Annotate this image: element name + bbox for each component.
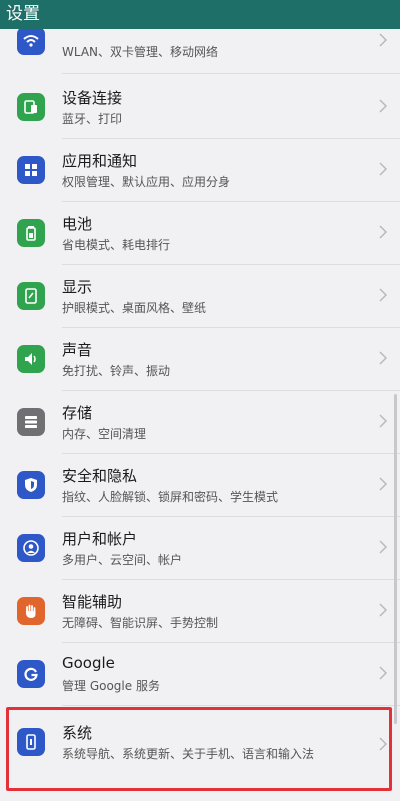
apps-grid-icon (17, 156, 45, 184)
chevron-right-icon (378, 32, 388, 48)
row-title: 应用和通知 (62, 152, 138, 170)
row-title: 声音 (62, 341, 93, 359)
row-title: 设备连接 (62, 89, 123, 107)
chevron-right-icon (378, 539, 388, 555)
row-title: Google (62, 654, 115, 672)
row-title: 显示 (62, 278, 93, 296)
settings-row-wlan[interactable]: WLAN、双卡管理、移动网络 (0, 29, 400, 71)
row-title: 电池 (62, 215, 93, 233)
page-title: 设置 (6, 4, 40, 24)
highlight-box (6, 707, 392, 791)
settings-row-device-connection[interactable]: 设备连接 蓝牙、打印 (0, 74, 400, 137)
chevron-right-icon (378, 287, 388, 303)
row-subtitle: 多用户、云空间、帐户 (62, 553, 183, 567)
row-subtitle: 无障碍、智能识屏、手势控制 (62, 616, 219, 630)
chevron-right-icon (378, 665, 388, 681)
chevron-right-icon (378, 98, 388, 114)
settings-row-smart-assist[interactable]: 智能辅助 无障碍、智能识屏、手势控制 (0, 578, 400, 641)
hand-icon (17, 597, 45, 625)
display-icon (17, 282, 45, 310)
settings-row-apps-notifications[interactable]: 应用和通知 权限管理、默认应用、应用分身 (0, 137, 400, 200)
row-title: 安全和隐私 (62, 467, 138, 485)
chevron-right-icon (378, 476, 388, 492)
settings-row-storage[interactable]: 存储 内存、空间清理 (0, 389, 400, 452)
chevron-right-icon (378, 224, 388, 240)
wifi-icon (17, 29, 45, 55)
row-subtitle: 权限管理、默认应用、应用分身 (62, 175, 231, 189)
chevron-right-icon (378, 602, 388, 618)
row-subtitle: 蓝牙、打印 (62, 112, 123, 126)
settings-row-google[interactable]: Google 管理 Google 服务 (0, 641, 400, 704)
settings-list[interactable]: WLAN、双卡管理、移动网络 设备连接 蓝牙、打印 应用和通知 权限管理、默认应… (0, 29, 400, 801)
google-icon (17, 660, 45, 688)
shield-icon (17, 471, 45, 499)
row-subtitle: 免打扰、铃声、振动 (62, 364, 171, 378)
device-connection-icon (17, 93, 45, 121)
row-title: 存储 (62, 404, 93, 422)
user-icon (17, 534, 45, 562)
chevron-right-icon (378, 161, 388, 177)
chevron-right-icon (378, 413, 388, 429)
settings-row-battery[interactable]: 电池 省电模式、耗电排行 (0, 200, 400, 263)
battery-icon (17, 219, 45, 247)
row-title: 智能辅助 (62, 593, 123, 611)
app-title-bar: 设置 (0, 0, 400, 29)
speaker-icon (17, 345, 45, 373)
settings-row-users-accounts[interactable]: 用户和帐户 多用户、云空间、帐户 (0, 515, 400, 578)
row-subtitle: 省电模式、耗电排行 (62, 238, 171, 252)
storage-icon (17, 408, 45, 436)
row-subtitle: 护眼模式、桌面风格、壁纸 (62, 301, 207, 315)
row-title: 用户和帐户 (62, 530, 138, 548)
settings-row-security-privacy[interactable]: 安全和隐私 指纹、人脸解锁、锁屏和密码、学生模式 (0, 452, 400, 515)
settings-row-display[interactable]: 显示 护眼模式、桌面风格、壁纸 (0, 263, 400, 326)
row-subtitle: WLAN、双卡管理、移动网络 (62, 45, 219, 59)
settings-row-sound[interactable]: 声音 免打扰、铃声、振动 (0, 326, 400, 389)
chevron-right-icon (378, 350, 388, 366)
row-subtitle: 内存、空间清理 (62, 427, 147, 441)
scrollbar[interactable] (394, 394, 397, 724)
row-subtitle: 指纹、人脸解锁、锁屏和密码、学生模式 (62, 490, 279, 504)
row-subtitle: 管理 Google 服务 (62, 679, 160, 693)
